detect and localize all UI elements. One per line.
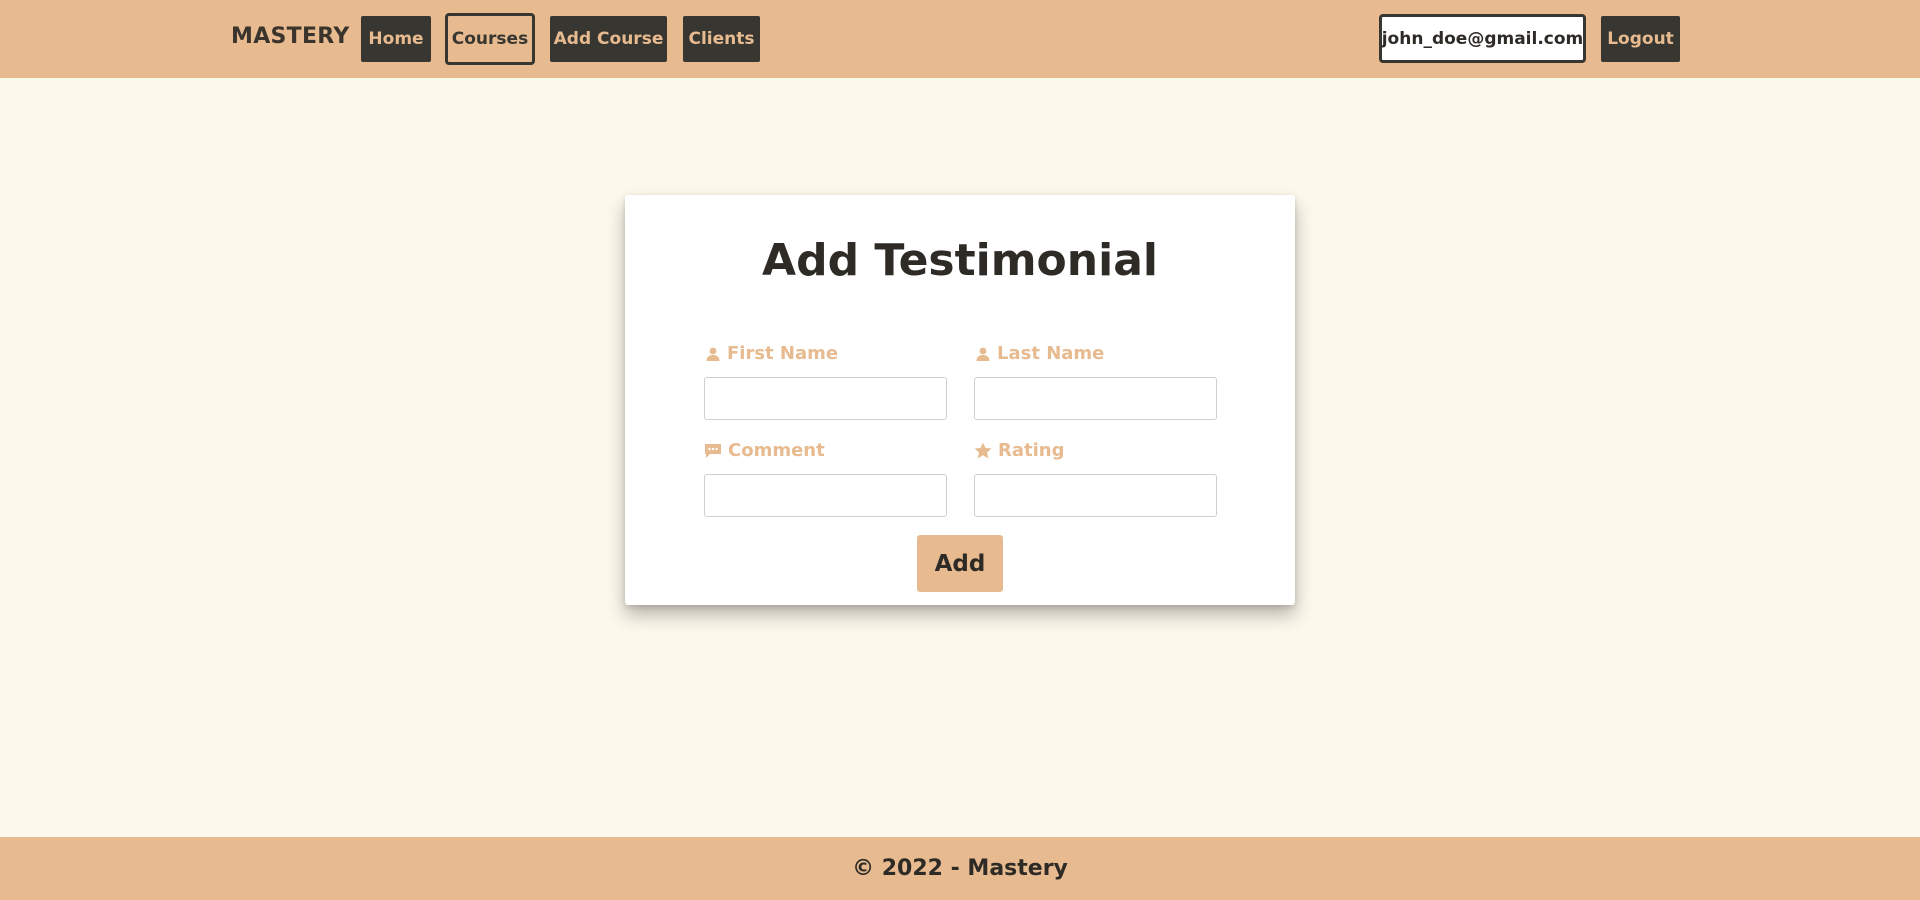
nav-add-course-button[interactable]: Add Course [550,16,667,62]
brand-logo[interactable]: MASTERY [231,24,350,49]
footer-copyright: © 2022 - Mastery [852,856,1068,881]
rating-label: Rating [974,440,1064,461]
comment-input[interactable] [704,474,947,517]
user-email-display[interactable]: john_doe@gmail.com [1379,14,1586,63]
user-icon [975,346,991,362]
rating-label-text: Rating [998,440,1065,461]
rating-input[interactable] [974,474,1217,517]
logout-button[interactable]: Logout [1601,16,1680,62]
nav-home-button[interactable]: Home [361,16,431,62]
comment-label: Comment [704,440,825,461]
nav-clients-button[interactable]: Clients [683,16,760,62]
add-button[interactable]: Add [917,535,1003,592]
nav-courses-button[interactable]: Courses [445,13,535,65]
footer: © 2022 - Mastery [0,837,1920,900]
last-name-label: Last Name [975,343,1104,364]
first-name-input[interactable] [704,377,947,420]
first-name-label-text: First Name [727,343,839,364]
star-icon [974,442,992,459]
comment-label-text: Comment [728,440,825,461]
user-icon [705,346,721,362]
comment-icon [704,443,722,459]
last-name-input[interactable] [974,377,1217,420]
last-name-label-text: Last Name [997,343,1105,364]
top-navbar: MASTERY Home Courses Add Course Clients … [0,0,1920,78]
form-title: Add Testimonial [762,235,1158,286]
first-name-label: First Name [705,343,838,364]
add-testimonial-card: Add Testimonial First Name Last Name Com… [625,195,1295,605]
